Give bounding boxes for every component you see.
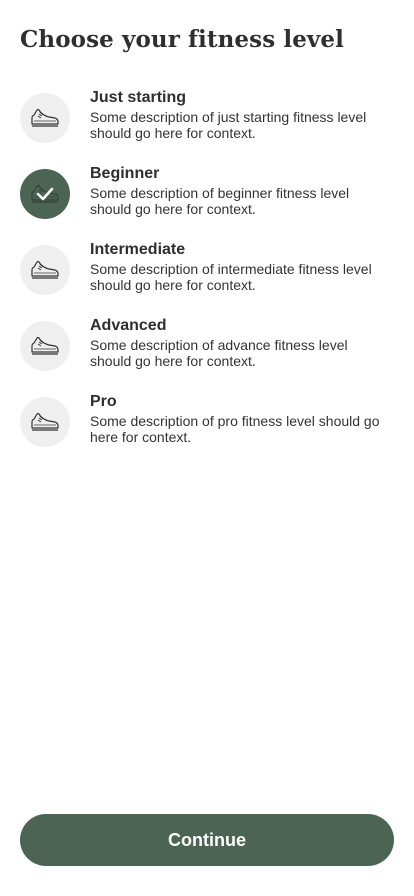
level-description: Some description of pro fitness level sh… [90, 413, 380, 445]
level-option-intermediate[interactable]: Intermediate Some description of interme… [20, 240, 394, 316]
level-icon-circle [20, 245, 70, 295]
level-description: Some description of beginner fitness lev… [90, 185, 350, 217]
level-description: Some description of advance fitness leve… [90, 337, 348, 369]
level-name: Just starting [90, 89, 187, 106]
sneaker-icon [31, 108, 59, 127]
level-option-beginner[interactable]: Beginner Some description of beginner fi… [20, 164, 394, 240]
level-option-just-starting[interactable]: Just starting Some description of just s… [20, 88, 394, 164]
level-description: Some description of just starting fitnes… [90, 109, 367, 141]
level-text: Intermediate Some description of interme… [90, 240, 390, 294]
fitness-level-list: Just starting Some description of just s… [20, 88, 394, 468]
level-text: Advanced Some description of advance fit… [90, 316, 390, 370]
level-name: Beginner [90, 165, 160, 182]
level-option-advanced[interactable]: Advanced Some description of advance fit… [20, 316, 394, 392]
level-text: Pro Some description of pro fitness leve… [90, 392, 390, 446]
level-name: Intermediate [90, 241, 186, 258]
continue-button[interactable]: Continue [20, 814, 394, 866]
level-option-pro[interactable]: Pro Some description of pro fitness leve… [20, 392, 394, 468]
sneaker-icon [31, 336, 59, 355]
sneaker-icon [31, 412, 59, 431]
level-text: Just starting Some description of just s… [90, 88, 390, 142]
level-icon-circle [20, 93, 70, 143]
sneaker-icon [31, 260, 59, 279]
level-name: Pro [90, 393, 117, 410]
level-text: Beginner Some description of beginner fi… [90, 164, 390, 218]
level-icon-circle [20, 397, 70, 447]
page-title: Choose your fitness level [20, 26, 344, 53]
level-icon-circle-selected [20, 169, 70, 219]
checkmark-icon [36, 187, 54, 201]
level-description: Some description of intermediate fitness… [90, 261, 372, 293]
level-icon-circle [20, 321, 70, 371]
level-name: Advanced [90, 317, 167, 334]
